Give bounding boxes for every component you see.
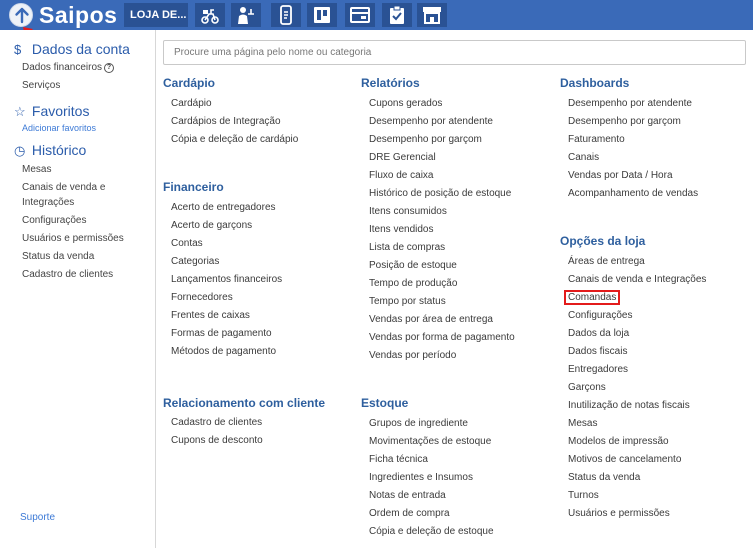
link-item[interactable]: Ficha técnica <box>369 454 428 465</box>
link-item[interactable]: Desempenho por atendente <box>568 98 692 109</box>
link-item[interactable]: Formas de pagamento <box>171 328 272 339</box>
history-item-customers[interactable]: Cadastro de clientes <box>22 269 113 280</box>
link-item[interactable]: Acerto de entregadores <box>171 202 276 213</box>
sidebar-item-services[interactable]: Serviços <box>22 80 60 91</box>
link-item[interactable]: Usuários e permissões <box>568 508 670 519</box>
link-item[interactable]: Itens vendidos <box>369 224 434 235</box>
link-item[interactable]: Motivos de cancelamento <box>568 454 681 465</box>
dollar-icon: $ <box>14 42 22 57</box>
link-item[interactable]: Vendas por forma de pagamento <box>369 332 515 343</box>
history-item-sale-status[interactable]: Status da venda <box>22 251 94 262</box>
history-item-integrations[interactable]: Integrações <box>22 197 74 208</box>
link-item[interactable]: Vendas por período <box>369 350 456 361</box>
sidebar: $ Dados da conta Dados financeiros? Serv… <box>0 30 156 548</box>
category-estoque: Estoque <box>361 396 409 410</box>
link-item[interactable]: Acompanhamento de vendas <box>568 188 698 199</box>
history-section-title[interactable]: ◷ Histórico <box>14 142 86 159</box>
category-cardapio: Cardápio <box>163 76 216 90</box>
link-item[interactable]: Cupons de desconto <box>171 435 263 446</box>
history-item-mesas[interactable]: Mesas <box>22 164 51 175</box>
link-item[interactable]: Status da venda <box>568 472 640 483</box>
category-relacionamento: Relacionamento com cliente <box>163 396 326 410</box>
help-icon[interactable]: ? <box>104 63 115 73</box>
scroll-up-button[interactable] <box>9 3 33 27</box>
link-item[interactable]: Posição de estoque <box>369 260 457 271</box>
star-icon: ☆ <box>14 104 26 119</box>
link-item[interactable]: Cardápio <box>171 98 212 109</box>
support-link[interactable]: Suporte <box>20 512 55 523</box>
history-item-settings[interactable]: Configurações <box>22 215 86 226</box>
category-opcoes-loja: Opções da loja <box>560 234 646 248</box>
link-item[interactable]: Inutilização de notas fiscais <box>568 400 690 411</box>
link-item[interactable]: Entregadores <box>568 364 628 375</box>
link-item[interactable]: Canais <box>568 152 599 163</box>
link-item[interactable]: Garçons <box>568 382 606 393</box>
link-item[interactable]: Tempo de produção <box>369 278 457 289</box>
link-item[interactable]: DRE Gerencial <box>369 152 436 163</box>
link-item[interactable]: Configurações <box>568 310 632 321</box>
link-item[interactable]: Desempenho por garçom <box>369 134 482 145</box>
history-item-users[interactable]: Usuários e permissões <box>22 233 124 244</box>
clipboard-check-icon[interactable] <box>382 3 412 27</box>
link-item[interactable]: Cópia e deleção de cardápio <box>171 134 298 145</box>
link-item[interactable]: Contas <box>171 238 203 249</box>
waiter-icon[interactable] <box>231 3 261 27</box>
sidebar-item-financial-data[interactable]: Dados financeiros? <box>22 62 115 73</box>
link-item[interactable]: Desempenho por garçom <box>568 116 681 127</box>
arrow-up-icon <box>15 7 29 24</box>
link-item[interactable]: Cópia e deleção de estoque <box>369 526 494 537</box>
link-item[interactable]: Categorias <box>171 256 219 267</box>
link-item[interactable]: Dados da loja <box>568 328 629 339</box>
category-relatorios: Relatórios <box>361 76 420 90</box>
delivery-motorcycle-icon[interactable] <box>195 3 225 27</box>
link-item[interactable]: Turnos <box>568 490 599 501</box>
link-item[interactable]: Notas de entrada <box>369 490 446 501</box>
link-item[interactable]: Cardápios de Integração <box>171 116 281 127</box>
saipos-logo: Saipos <box>39 2 118 28</box>
favorites-section-title[interactable]: ☆ Favoritos <box>14 103 89 120</box>
link-item[interactable]: Cupons gerados <box>369 98 442 109</box>
top-bar: Saipos LOJA DE... <box>0 0 753 30</box>
link-item[interactable]: Itens consumidos <box>369 206 447 217</box>
search-input[interactable]: Procure uma página pelo nome ou categori… <box>163 40 746 65</box>
history-item-sales-channels[interactable]: Canais de venda e <box>22 182 105 193</box>
category-financeiro: Financeiro <box>163 180 224 194</box>
link-item[interactable]: Lançamentos financeiros <box>171 274 282 285</box>
cashier-icon[interactable] <box>345 3 375 27</box>
link-item[interactable]: Desempenho por atendente <box>369 116 493 127</box>
link-item[interactable]: Frentes de caixas <box>171 310 250 321</box>
link-item[interactable]: Métodos de pagamento <box>171 346 276 357</box>
clock-icon: ◷ <box>14 143 26 158</box>
account-section-title[interactable]: $ Dados da conta <box>14 41 130 57</box>
store-selector-button[interactable]: LOJA DE... <box>124 3 188 27</box>
link-item[interactable]: Canais de venda e Integrações <box>568 274 706 285</box>
link-item[interactable]: Fornecedores <box>171 292 233 303</box>
link-item[interactable]: Movimentações de estoque <box>369 436 491 447</box>
link-item-comandas-highlighted[interactable]: Comandas <box>564 290 621 305</box>
link-item[interactable]: Ingredientes e Insumos <box>369 472 473 483</box>
link-item[interactable]: Vendas por área de entrega <box>369 314 493 325</box>
link-item[interactable]: Fluxo de caixa <box>369 170 433 181</box>
link-item[interactable]: Vendas por Data / Hora <box>568 170 673 181</box>
link-item[interactable]: Grupos de ingrediente <box>369 418 468 429</box>
link-item[interactable]: Tempo por status <box>369 296 446 307</box>
phone-order-icon[interactable] <box>271 3 301 27</box>
category-dashboards: Dashboards <box>560 76 630 90</box>
kanban-board-icon[interactable] <box>307 3 337 27</box>
link-item[interactable]: Acerto de garçons <box>171 220 252 231</box>
add-favorites-link[interactable]: Adicionar favoritos <box>22 123 96 133</box>
link-item[interactable]: Dados fiscais <box>568 346 627 357</box>
link-item[interactable]: Ordem de compra <box>369 508 450 519</box>
link-item[interactable]: Mesas <box>568 418 597 429</box>
link-item[interactable]: Lista de compras <box>369 242 445 253</box>
link-item[interactable]: Modelos de impressão <box>568 436 669 447</box>
link-item[interactable]: Áreas de entrega <box>568 256 645 267</box>
link-item[interactable]: Cadastro de clientes <box>171 417 262 428</box>
storefront-icon[interactable] <box>417 3 447 27</box>
link-item[interactable]: Histórico de posição de estoque <box>369 188 511 199</box>
link-item[interactable]: Faturamento <box>568 134 625 145</box>
